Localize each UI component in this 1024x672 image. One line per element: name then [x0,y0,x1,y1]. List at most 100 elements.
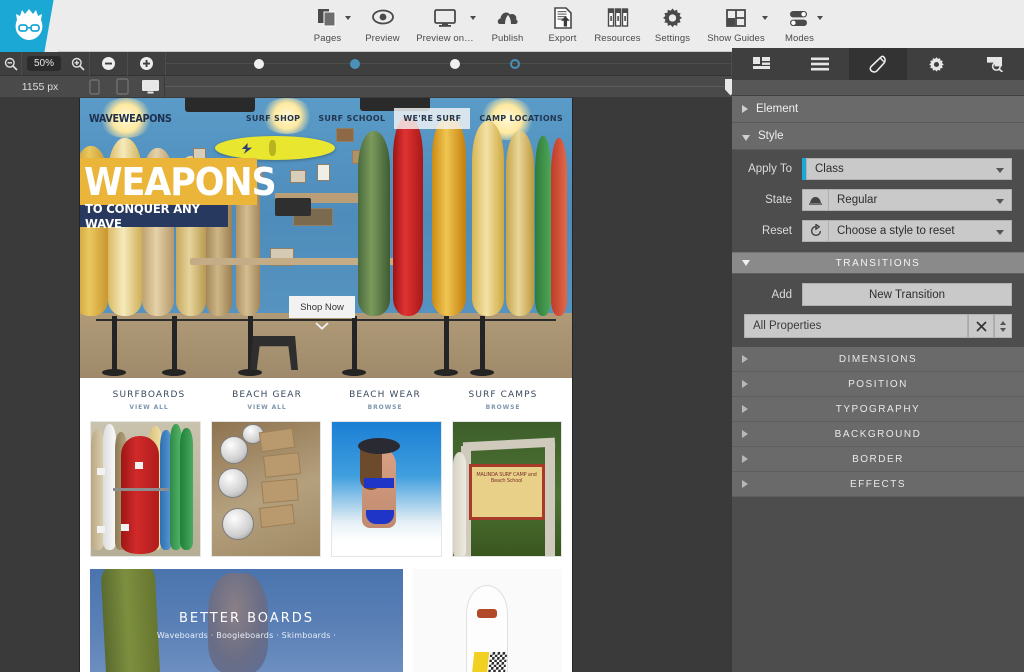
accordion-style[interactable]: Style [732,123,1024,150]
toggles-icon [788,5,812,31]
property-group-dimensions[interactable]: DIMENSIONS [732,347,1024,372]
zoom-in-button[interactable] [66,51,90,76]
chevron-down-icon [817,16,823,20]
toolbar-pages[interactable]: Pages [300,0,355,52]
shop-now-button[interactable]: Shop Now [289,296,355,318]
transition-properties-input[interactable]: All Properties [744,314,968,338]
thumbnail-beach-wear[interactable] [331,421,442,557]
thumbnail-surf-camps[interactable]: MALINDA SURF CAMP and Beach School [451,421,562,557]
app-logo[interactable] [0,0,58,52]
site-nav: WAVEWEAPONS SURF SHOP SURF SCHOOL WE'RE … [80,106,572,130]
export-doc-icon [552,5,574,31]
accordion-element[interactable]: Element [732,96,1024,123]
device-desktop-button[interactable] [136,76,164,98]
promo-board-detail[interactable] [412,569,562,672]
monitor-icon [433,5,457,31]
apply-to-select[interactable]: Class [806,158,1012,180]
hero-section[interactable]: WAVEWEAPONS SURF SHOP SURF SCHOOL WE'RE … [80,98,572,378]
nav-link-camp-locations[interactable]: CAMP LOCATIONS [470,108,572,129]
horizontal-ruler[interactable] [164,75,736,98]
chevron-down-icon[interactable] [315,322,329,330]
toolbar-settings[interactable]: Settings [645,0,700,52]
category-beach-wear[interactable]: BEACH WEAR BROWSE [326,390,444,411]
decrease-width-button[interactable] [90,51,128,76]
state-button[interactable] [802,189,828,211]
tab-page-structure[interactable] [732,48,790,80]
camp-sign-text: MALINDA SURF CAMP and Beach School [476,472,537,484]
design-canvas[interactable]: WAVEWEAPONS SURF SHOP SURF SCHOOL WE'RE … [0,98,732,672]
chevron-right-icon [742,430,748,438]
tab-inspect[interactable] [966,48,1024,80]
toolbar-preview[interactable]: Preview [355,0,410,52]
clear-properties-button[interactable] [968,314,994,338]
breakpoint-dot-outline[interactable] [510,58,520,69]
nav-link-surf-school[interactable]: SURF SCHOOL [309,108,394,129]
toolbar-export[interactable]: Export [535,0,590,52]
properties-stepper[interactable] [994,314,1012,338]
increase-width-button[interactable] [128,51,166,76]
tab-list[interactable] [790,48,848,80]
zoom-out-button[interactable] [0,51,22,76]
category-surfboards[interactable]: SURFBOARDS VIEW ALL [90,390,208,411]
thumbnail-beach-gear[interactable] [210,421,321,557]
chevron-down-icon [996,168,1004,173]
property-group-position[interactable]: POSITION [732,372,1024,397]
property-group-background[interactable]: BACKGROUND [732,422,1024,447]
tab-style[interactable] [848,48,908,80]
category-beach-gear[interactable]: BEACH GEAR VIEW ALL [208,390,326,411]
nav-link-were-surf[interactable]: WE'RE SURF [394,107,471,129]
surfboard [551,138,567,316]
reset-button[interactable] [802,220,828,242]
toolbar-show-guides[interactable]: Show Guides [700,0,772,52]
hero-headline-badge[interactable]: WEAPONS [80,158,277,205]
category-link[interactable]: VIEW ALL [208,404,326,411]
zoom-level[interactable]: 50% [22,52,66,76]
property-group-effects[interactable]: EFFECTS [732,472,1024,497]
breakpoint-dot[interactable] [450,58,460,69]
apply-to-value: Class [815,163,844,175]
chevron-down-icon [742,260,750,266]
property-group-label: BACKGROUND [834,428,922,440]
property-group-border[interactable]: BORDER [732,447,1024,472]
category-surf-camps[interactable]: SURF CAMPS BROWSE [444,390,562,411]
breakpoint-dot-active[interactable] [350,58,360,69]
toolbar-modes[interactable]: Modes [772,0,827,52]
zoom-level-value: 50% [26,56,61,71]
transition-properties-row: All Properties [732,306,1024,347]
hero-subhead-badge[interactable]: TO CONQUER ANY WAVE [80,201,228,231]
state-select[interactable]: Regular [828,189,1012,211]
surfboard [506,131,534,316]
pinegrow-face-logo [15,9,43,40]
stepper-up-icon[interactable] [1000,320,1006,325]
reset-select[interactable]: Choose a style to reset [828,220,1012,242]
minus-circle-icon [102,57,115,70]
promo-better-boards[interactable]: BETTER BOARDS Waveboards · Boogieboards … [90,569,403,672]
tab-settings[interactable] [907,48,965,80]
site-brand[interactable]: WAVEWEAPONS [89,112,172,125]
breakpoint-track[interactable] [166,51,732,76]
property-group-typography[interactable]: TYPOGRAPHY [732,397,1024,422]
category-title: SURF CAMPS [468,390,538,400]
category-link[interactable]: BROWSE [326,404,444,411]
thumbnail-surfboards[interactable] [90,421,201,557]
nav-link-surf-shop[interactable]: SURF SHOP [237,108,310,129]
device-tablet-button[interactable] [108,76,136,98]
reset-label: Reset [761,225,792,237]
toolbar-label: Publish [491,33,524,44]
toolbar-preview-on[interactable]: Preview on… [410,0,480,52]
toolbar-label: Resources [594,33,641,44]
device-phone-button[interactable] [80,76,108,98]
new-transition-button[interactable]: New Transition [802,283,1012,306]
category-link[interactable]: BROWSE [444,404,562,411]
toolbar-publish[interactable]: Publish [480,0,535,52]
stepper-down-icon[interactable] [1000,327,1006,332]
breakpoint-dot[interactable] [254,58,264,69]
toolbar-resources[interactable]: Resources [590,0,645,52]
category-link[interactable]: VIEW ALL [90,404,208,411]
page-width-label: 1155 px [21,80,59,93]
page-preview[interactable]: WAVEWEAPONS SURF SHOP SURF SCHOOL WE'RE … [80,98,572,672]
grid-layout-icon [725,5,747,31]
transitions-section-header[interactable]: TRANSITIONS [732,252,1024,274]
chevron-down-icon [742,134,750,141]
app-window: Pages Preview Preview on… Publish Export… [0,0,1024,672]
